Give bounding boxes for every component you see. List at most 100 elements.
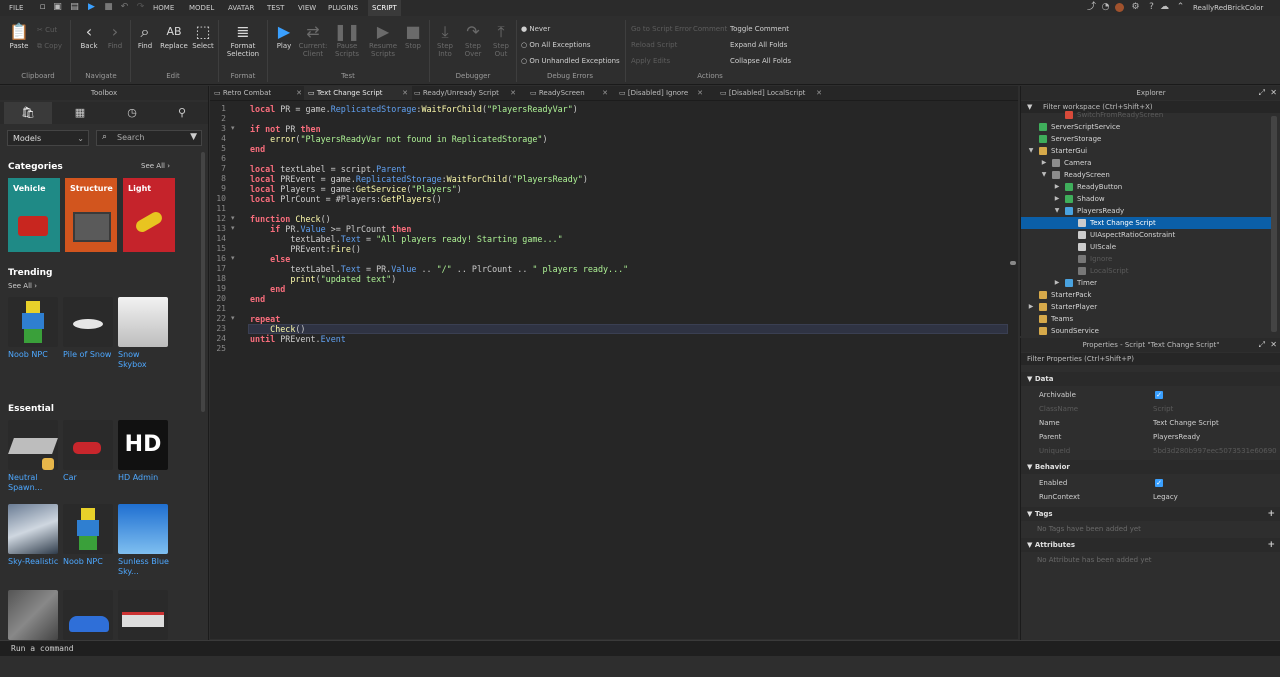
code-line[interactable]: local textLabel = script.Parent	[250, 164, 406, 174]
code-line[interactable]: textLabel.Text = "All players ready! Sta…	[250, 234, 562, 244]
code-line[interactable]: end	[250, 144, 265, 154]
format-selection-button[interactable]: ≣ Format Selection	[222, 22, 264, 58]
asset-road[interactable]	[8, 590, 60, 640]
explorer-item[interactable]: Text Change Script	[1021, 217, 1271, 229]
explorer-item[interactable]: UIScale	[1021, 241, 1271, 253]
explorer-item[interactable]: LocalScript	[1021, 265, 1271, 277]
close-icon[interactable]: ✕	[602, 86, 608, 100]
close-icon[interactable]: ✕	[402, 86, 408, 100]
comment-button[interactable]: Comment	[693, 23, 727, 35]
creations-tab-icon[interactable]: ⚲	[160, 102, 204, 124]
explorer-item[interactable]: Ignore	[1021, 253, 1271, 265]
username[interactable]: ReallyRedBrickColor	[1189, 0, 1267, 16]
toolbox-scrollbar[interactable]	[201, 152, 205, 412]
apply-edits-button[interactable]: Apply Edits	[631, 55, 670, 67]
paste-button[interactable]: 📋 Paste	[4, 22, 34, 50]
step-over-button[interactable]: ↷ Step Over	[460, 22, 486, 58]
stop-icon[interactable]: ■	[104, 3, 113, 12]
explorer-item[interactable]: SwitchFromReadyScreen	[1021, 109, 1271, 121]
resume-scripts-button[interactable]: ▶ Resume Scripts	[367, 22, 399, 58]
explorer-item[interactable]: ▶ Camera	[1021, 157, 1271, 169]
explorer-item[interactable]: SoundService	[1021, 325, 1271, 336]
menu-file[interactable]: FILE	[5, 0, 27, 16]
chevron-right-icon[interactable]: ▶	[1053, 277, 1061, 289]
prop-archivable[interactable]: Archivable ✓	[1021, 388, 1280, 402]
current-client-button[interactable]: ⇄ Current: Client	[298, 22, 328, 58]
code-line[interactable]: PREvent:Fire()	[250, 244, 361, 254]
asset-sky-realistic[interactable]: Sky-Realistic	[8, 504, 60, 567]
collapse-all-folds-button[interactable]: Collapse All Folds	[730, 55, 791, 67]
goto-script-error-button[interactable]: Go to Script Error	[631, 23, 692, 35]
chevron-right-icon[interactable]: ▶	[1053, 181, 1061, 193]
tab-disabled-ignore[interactable]: ▭ [Disabled] Ignore ✕	[615, 86, 707, 100]
asset-neutral-spawn[interactable]: Neutral Spawn...	[8, 420, 60, 493]
editor-scroll-marker[interactable]	[1010, 261, 1016, 265]
chevron-right-icon[interactable]: ▶	[1027, 301, 1035, 313]
code-line[interactable]: function Check()	[250, 214, 331, 224]
explorer-item[interactable]: UIAspectRatioConstraint	[1021, 229, 1271, 241]
close-icon[interactable]: ✕	[296, 86, 302, 100]
asset-sunless-blue-sky[interactable]: Sunless Blue Sky...	[118, 504, 170, 577]
back-button[interactable]: ‹ Back	[76, 22, 102, 50]
tab-retro-combat[interactable]: ▭ Retro Combat ✕	[210, 86, 306, 100]
menu-plugins[interactable]: PLUGINS	[324, 0, 362, 16]
section-data[interactable]: ▼ Data	[1021, 372, 1280, 386]
select-button[interactable]: ⬚ Select	[190, 22, 216, 50]
open-file-icon[interactable]: ▣	[53, 3, 62, 12]
cloud-icon[interactable]: ☁	[1160, 3, 1169, 12]
code-line[interactable]: end	[250, 294, 265, 304]
step-into-button[interactable]: ⤓ Step Into	[432, 22, 458, 58]
fold-toggle-icon[interactable]: ▾	[231, 124, 235, 132]
explorer-item[interactable]: ▶ Shadow	[1021, 193, 1271, 205]
add-attribute-icon[interactable]: +	[1267, 538, 1275, 552]
notification-icon[interactable]: ◔	[1101, 3, 1110, 12]
filter-icon[interactable]: ▼	[190, 132, 197, 142]
code-line[interactable]: end	[250, 284, 285, 294]
close-icon[interactable]: ✕	[816, 86, 822, 100]
code-line[interactable]: Check()	[250, 324, 305, 334]
inventory-tab-icon[interactable]: 🛍	[4, 102, 52, 124]
collapse-ribbon-icon[interactable]: ⌃	[1176, 3, 1185, 12]
menu-test[interactable]: TEST	[263, 0, 288, 16]
asset-car[interactable]: Car	[63, 420, 115, 483]
copy-button[interactable]: ⧉ Copy	[37, 40, 62, 52]
debug-all-exceptions-option[interactable]: ○ On All Exceptions	[521, 39, 591, 51]
prop-runcontext[interactable]: RunContext Legacy	[1021, 490, 1280, 504]
explorer-item[interactable]: StarterPack	[1021, 289, 1271, 301]
chevron-right-icon[interactable]: ▶	[1040, 157, 1048, 169]
asset-pile-of-snow[interactable]: Pile of Snow	[63, 297, 115, 360]
tab-disabled-localscript[interactable]: ▭ [Disabled] LocalScript ✕	[716, 86, 826, 100]
expand-all-folds-button[interactable]: Expand All Folds	[730, 39, 787, 51]
explorer-item[interactable]: ▶ Timer	[1021, 277, 1271, 289]
section-tags[interactable]: ▼ Tags +	[1021, 507, 1280, 521]
properties-filter-input[interactable]: Filter Properties (Ctrl+Shift+P)	[1021, 353, 1280, 365]
close-icon[interactable]: ✕	[1270, 340, 1277, 349]
section-attributes[interactable]: ▼ Attributes +	[1021, 538, 1280, 552]
add-tag-icon[interactable]: +	[1267, 507, 1275, 521]
play-icon[interactable]: ▶	[87, 3, 96, 12]
tab-ready-unready-script[interactable]: ▭ Ready/Unready Script ✕	[410, 86, 520, 100]
menu-view[interactable]: VIEW	[294, 0, 320, 16]
undo-icon[interactable]: ↶	[120, 3, 129, 12]
tab-readyscreen[interactable]: ▭ ReadyScreen ✕	[526, 86, 612, 100]
help-icon[interactable]: ?	[1147, 3, 1156, 12]
asset-building[interactable]	[118, 590, 170, 640]
close-icon[interactable]: ✕	[1270, 88, 1277, 97]
cut-button[interactable]: ✂ Cut	[37, 24, 57, 36]
new-file-icon[interactable]: ▫	[38, 3, 47, 12]
code-line[interactable]: repeat	[250, 314, 280, 324]
code-line[interactable]: textLabel.Text = PR.Value .. "/" .. PlrC…	[250, 264, 628, 274]
explorer-item[interactable]: ServerStorage	[1021, 133, 1271, 145]
category-tile-vehicle[interactable]: Vehicle	[8, 178, 60, 252]
explorer-item[interactable]: Teams	[1021, 313, 1271, 325]
explorer-item[interactable]: ▼ ReadyScreen	[1021, 169, 1271, 181]
explorer-item[interactable]: ServerScriptService	[1021, 121, 1271, 133]
code-line[interactable]: error("PlayersReadyVar not found in Repl…	[250, 134, 547, 144]
stop-button[interactable]: ■ Stop	[400, 22, 426, 50]
save-icon[interactable]: ▤	[70, 3, 79, 12]
menu-avatar[interactable]: AVATAR	[224, 0, 258, 16]
play-button[interactable]: ▶ Play	[270, 22, 298, 50]
debug-unhandled-option[interactable]: ○ On Unhandled Exceptions	[521, 55, 620, 67]
code-line[interactable]: else	[250, 254, 290, 264]
step-out-button[interactable]: ⤒ Step Out	[488, 22, 514, 58]
